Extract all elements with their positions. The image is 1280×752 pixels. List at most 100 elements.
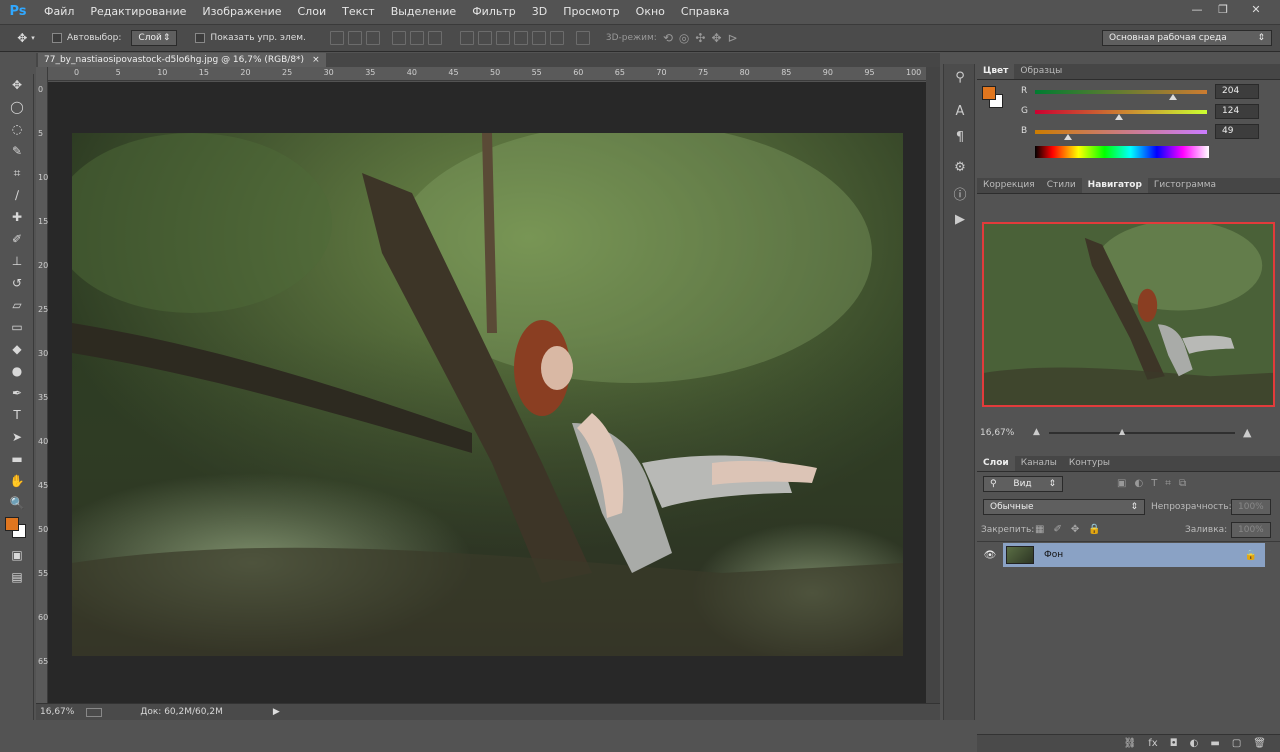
move-tool-icon[interactable]: ✥ bbox=[0, 74, 34, 96]
filter-shape-icon[interactable]: ⌗ bbox=[1165, 478, 1171, 489]
menu-select[interactable]: Выделение bbox=[383, 0, 465, 23]
blue-value[interactable]: 49 bbox=[1215, 124, 1259, 139]
menu-window[interactable]: Окно bbox=[628, 0, 673, 23]
layer-name[interactable]: Фон bbox=[1044, 550, 1063, 560]
navigator-zoom-track[interactable] bbox=[1049, 432, 1235, 434]
auto-align-icon[interactable] bbox=[575, 31, 590, 45]
tab-styles[interactable]: Стили bbox=[1041, 178, 1082, 193]
distribute-vcenter-icon[interactable] bbox=[477, 31, 492, 45]
blue-slider[interactable]: B 49 bbox=[1021, 124, 1271, 140]
distribute-top-icon[interactable] bbox=[459, 31, 474, 45]
scale-3d-icon[interactable]: ⊳ bbox=[728, 31, 738, 45]
new-layer-icon[interactable]: ▢ bbox=[1232, 738, 1241, 749]
status-menu-arrow-icon[interactable]: ▶ bbox=[273, 707, 280, 717]
healing-icon[interactable]: ✚ bbox=[0, 206, 34, 228]
distribute-bottom-icon[interactable] bbox=[495, 31, 510, 45]
menu-layers[interactable]: Слои bbox=[290, 0, 335, 23]
info-panel-icon[interactable]: ⓘ bbox=[944, 180, 976, 206]
distribute-left-icon[interactable] bbox=[513, 31, 528, 45]
history-panel-icon[interactable]: ⚲ bbox=[944, 64, 976, 90]
lock-all-icon[interactable]: 🔒 bbox=[1088, 524, 1100, 535]
marquee-icon[interactable]: ◯ bbox=[0, 96, 34, 118]
quick-mask-icon[interactable]: ▣ bbox=[0, 544, 34, 566]
link-layers-icon[interactable]: ⛓ bbox=[1124, 738, 1137, 749]
green-value[interactable]: 124 bbox=[1215, 104, 1259, 119]
green-thumb[interactable] bbox=[1114, 114, 1123, 120]
roll-3d-icon[interactable]: ◎ bbox=[679, 31, 689, 45]
tab-channels[interactable]: Каналы bbox=[1015, 456, 1063, 471]
paragraph-panel-icon[interactable]: ¶ bbox=[944, 124, 976, 150]
drag-3d-icon[interactable]: ✣ bbox=[695, 31, 705, 45]
lock-pixels-icon[interactable]: ✐ bbox=[1053, 524, 1061, 535]
opacity-field[interactable]: 100% bbox=[1231, 499, 1271, 515]
workspace-dropdown[interactable]: Основная рабочая среда ⇕ bbox=[1102, 30, 1272, 46]
quick-select-icon[interactable]: ✎ bbox=[0, 140, 34, 162]
slide-3d-icon[interactable]: ✥ bbox=[711, 31, 721, 45]
minimize-button[interactable]: — bbox=[1184, 0, 1210, 18]
close-tab-icon[interactable]: × bbox=[312, 55, 320, 65]
align-top-icon[interactable] bbox=[329, 31, 344, 45]
rotate-3d-icon[interactable]: ⟲ bbox=[663, 31, 673, 45]
crop-icon[interactable]: ⌗ bbox=[0, 162, 34, 184]
red-thumb[interactable] bbox=[1168, 94, 1177, 100]
autoselect-checkbox[interactable] bbox=[52, 33, 62, 43]
show-controls-checkbox[interactable] bbox=[195, 33, 206, 43]
green-slider[interactable]: G 124 bbox=[1021, 104, 1271, 120]
zoom-icon[interactable]: 🔍 bbox=[0, 492, 34, 514]
brush-icon[interactable]: ✐ bbox=[0, 228, 34, 250]
navigator-preview[interactable] bbox=[982, 222, 1275, 407]
lock-position-icon[interactable]: ✥ bbox=[1071, 524, 1079, 535]
tab-navigator[interactable]: Навигатор bbox=[1081, 178, 1148, 193]
navigator-zoom-thumb[interactable]: ▲ bbox=[1119, 427, 1125, 436]
align-left-icon[interactable] bbox=[391, 31, 406, 45]
history-brush-icon[interactable]: ↺ bbox=[0, 272, 34, 294]
actions-panel-icon[interactable]: ⚙ bbox=[944, 154, 976, 180]
foreground-color-swatch[interactable] bbox=[5, 517, 19, 531]
blur-icon[interactable]: ◆ bbox=[0, 338, 34, 360]
tab-layers[interactable]: Слои bbox=[977, 456, 1015, 471]
fill-field[interactable]: 100% bbox=[1231, 522, 1271, 538]
dodge-icon[interactable]: ● bbox=[0, 360, 34, 382]
eyedropper-icon[interactable]: ∕ bbox=[0, 184, 34, 206]
new-group-icon[interactable]: ▬ bbox=[1210, 738, 1219, 749]
clone-stamp-icon[interactable]: ⊥ bbox=[0, 250, 34, 272]
eye-icon[interactable]: 👁 bbox=[977, 550, 1003, 561]
align-bottom-icon[interactable] bbox=[365, 31, 380, 45]
filter-type-icon[interactable]: T bbox=[1151, 478, 1157, 489]
blend-mode-dropdown[interactable]: Обычные ⇕ bbox=[983, 499, 1145, 515]
menu-help[interactable]: Справка bbox=[673, 0, 737, 23]
character-panel-icon[interactable]: A bbox=[944, 98, 976, 124]
red-value[interactable]: 204 bbox=[1215, 84, 1259, 99]
menu-3d[interactable]: 3D bbox=[524, 0, 555, 23]
menu-edit[interactable]: Редактирование bbox=[82, 0, 194, 23]
document-image[interactable] bbox=[72, 133, 903, 656]
layer-row[interactable]: 👁 Фон 🔒 bbox=[977, 543, 1280, 567]
layer-filter-dropdown[interactable]: ⚲ Вид ⇕ bbox=[983, 476, 1063, 492]
filter-adjustment-icon[interactable]: ◐ bbox=[1134, 478, 1143, 489]
hand-icon[interactable]: ✋ bbox=[0, 470, 34, 492]
add-mask-icon[interactable]: ◘ bbox=[1170, 738, 1178, 749]
document-tab[interactable]: 77_by_nastiaosipovastock-d5lo6hg.jpg @ 1… bbox=[38, 53, 326, 67]
menu-type[interactable]: Текст bbox=[334, 0, 383, 23]
restore-button[interactable]: ❐ bbox=[1210, 0, 1236, 18]
pen-icon[interactable]: ✒ bbox=[0, 382, 34, 404]
tab-swatches[interactable]: Образцы bbox=[1014, 64, 1068, 79]
distribute-right-icon[interactable] bbox=[549, 31, 564, 45]
navigator-zoom[interactable]: 16,67% bbox=[980, 428, 1014, 438]
path-select-icon[interactable]: ➤ bbox=[0, 426, 34, 448]
menu-view[interactable]: Просмотр bbox=[555, 0, 627, 23]
move-tool-preset-icon[interactable]: ✥ ▾ bbox=[0, 31, 52, 45]
align-vcenter-icon[interactable] bbox=[347, 31, 362, 45]
red-slider[interactable]: R 204 bbox=[1021, 84, 1271, 100]
zoom-out-icon[interactable]: ▲ bbox=[1033, 427, 1040, 437]
menu-file[interactable]: Файл bbox=[36, 0, 82, 23]
panel-foreground-swatch[interactable] bbox=[982, 86, 996, 100]
blue-thumb[interactable] bbox=[1064, 134, 1073, 140]
align-right-icon[interactable] bbox=[427, 31, 442, 45]
zoom-in-icon[interactable]: ▲ bbox=[1243, 426, 1251, 439]
vertical-scrollbar[interactable] bbox=[926, 67, 940, 703]
lasso-icon[interactable]: ◌ bbox=[0, 118, 34, 140]
gradient-icon[interactable]: ▭ bbox=[0, 316, 34, 338]
close-window-button[interactable]: ✕ bbox=[1240, 0, 1272, 18]
distribute-hcenter-icon[interactable] bbox=[531, 31, 546, 45]
